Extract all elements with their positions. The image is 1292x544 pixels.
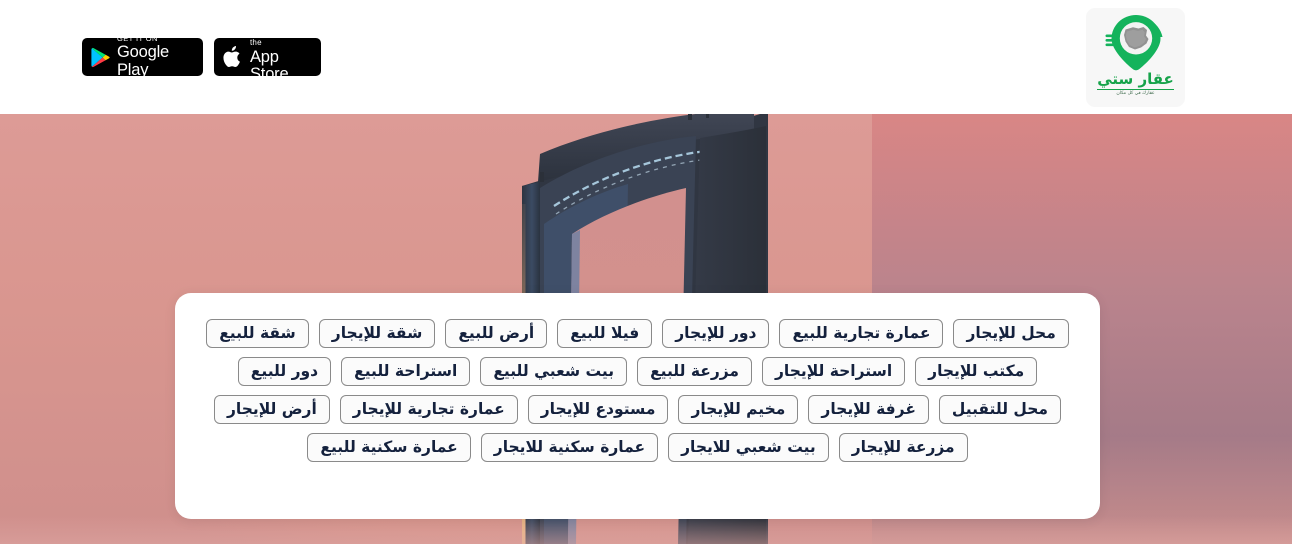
category-tag-chip[interactable]: شقة للبيع xyxy=(206,319,309,348)
app-store-badge[interactable]: Download on the App Store xyxy=(214,30,321,83)
category-tag-chip[interactable]: مزرعة للإيجار xyxy=(838,433,968,462)
category-tag-chip[interactable]: أرض للإيجار xyxy=(213,395,330,424)
app-store-badges: GET IT ON Google Play Download on the Ap… xyxy=(82,30,321,83)
category-tag-chip[interactable]: محل للتقبيل xyxy=(938,395,1062,424)
category-tag-row: محل للإيجار عمارة تجارية للبيع دور للإيجار… xyxy=(197,319,1078,348)
category-tag-chip[interactable]: بيت شعبي للبيع xyxy=(480,357,628,386)
category-tag-chip[interactable]: استراحة للبيع xyxy=(341,357,471,386)
category-tag-chip[interactable]: مستودع للإيجار xyxy=(527,395,669,424)
category-tag-chip[interactable]: محل للإيجار xyxy=(953,319,1069,348)
category-tag-chip[interactable]: شقة للإيجار xyxy=(318,319,436,348)
category-tag-chip[interactable]: بيت شعبي للايجار xyxy=(668,433,829,462)
category-tag-chip[interactable]: مخيم للإيجار xyxy=(678,395,799,424)
category-tag-chip[interactable]: دور للإيجار xyxy=(662,319,770,348)
logo-wordmark: عقار ستي xyxy=(1097,70,1174,90)
google-play-small-label: GET IT ON xyxy=(117,33,158,43)
location-pin-saudi-map-icon xyxy=(1105,13,1167,71)
category-tag-chip[interactable]: مكتب للإيجار xyxy=(915,357,1038,386)
category-tag-chip[interactable]: عمارة سكنية للايجار xyxy=(480,433,659,462)
app-store-big-label: App Store xyxy=(250,47,289,83)
google-play-icon xyxy=(91,47,110,68)
category-tag-row: مزرعة للإيجار بيت شعبي للايجار عمارة سكنية… xyxy=(197,433,1078,462)
category-tags-card: محل للإيجار عمارة تجارية للبيع دور للإيجار… xyxy=(175,293,1100,519)
google-play-big-label: Google Play xyxy=(117,43,170,79)
category-tag-row: مكتب للإيجار استراحة للإيجار مزرعة للبيع بي… xyxy=(197,357,1078,386)
logo-subtitle: عقارك في كل مكان xyxy=(1116,90,1155,96)
site-logo[interactable]: عقار ستي عقارك في كل مكان xyxy=(1086,8,1185,107)
apple-logo-icon xyxy=(223,45,243,69)
category-tag-chip[interactable]: فيلا للبيع xyxy=(557,319,653,348)
category-tag-chip[interactable]: غرفة للإيجار xyxy=(808,395,929,424)
category-tag-chip[interactable]: استراحة للإيجار xyxy=(762,357,906,386)
hero-bottom-gradient xyxy=(0,516,1292,544)
category-tag-row: محل للتقبيل غرفة للإيجار مخيم للإيجار مستود… xyxy=(197,395,1078,424)
app-store-small-label: Download on the xyxy=(250,29,299,47)
category-tag-chip[interactable]: دور للبيع xyxy=(237,357,332,386)
category-tag-chip[interactable]: عمارة تجارية للبيع xyxy=(779,319,944,348)
category-tag-chip[interactable]: عمارة تجارية للإيجار xyxy=(339,395,518,424)
category-tag-chip[interactable]: مزرعة للبيع xyxy=(637,357,752,386)
category-tag-chip[interactable]: أرض للبيع xyxy=(445,319,548,348)
site-header: GET IT ON Google Play Download on the Ap… xyxy=(0,0,1292,114)
category-tag-chip[interactable]: عمارة سكنية للبيع xyxy=(307,433,471,462)
category-tag-rows: محل للإيجار عمارة تجارية للبيع دور للإيجار… xyxy=(197,319,1078,462)
google-play-badge[interactable]: GET IT ON Google Play xyxy=(82,33,203,79)
